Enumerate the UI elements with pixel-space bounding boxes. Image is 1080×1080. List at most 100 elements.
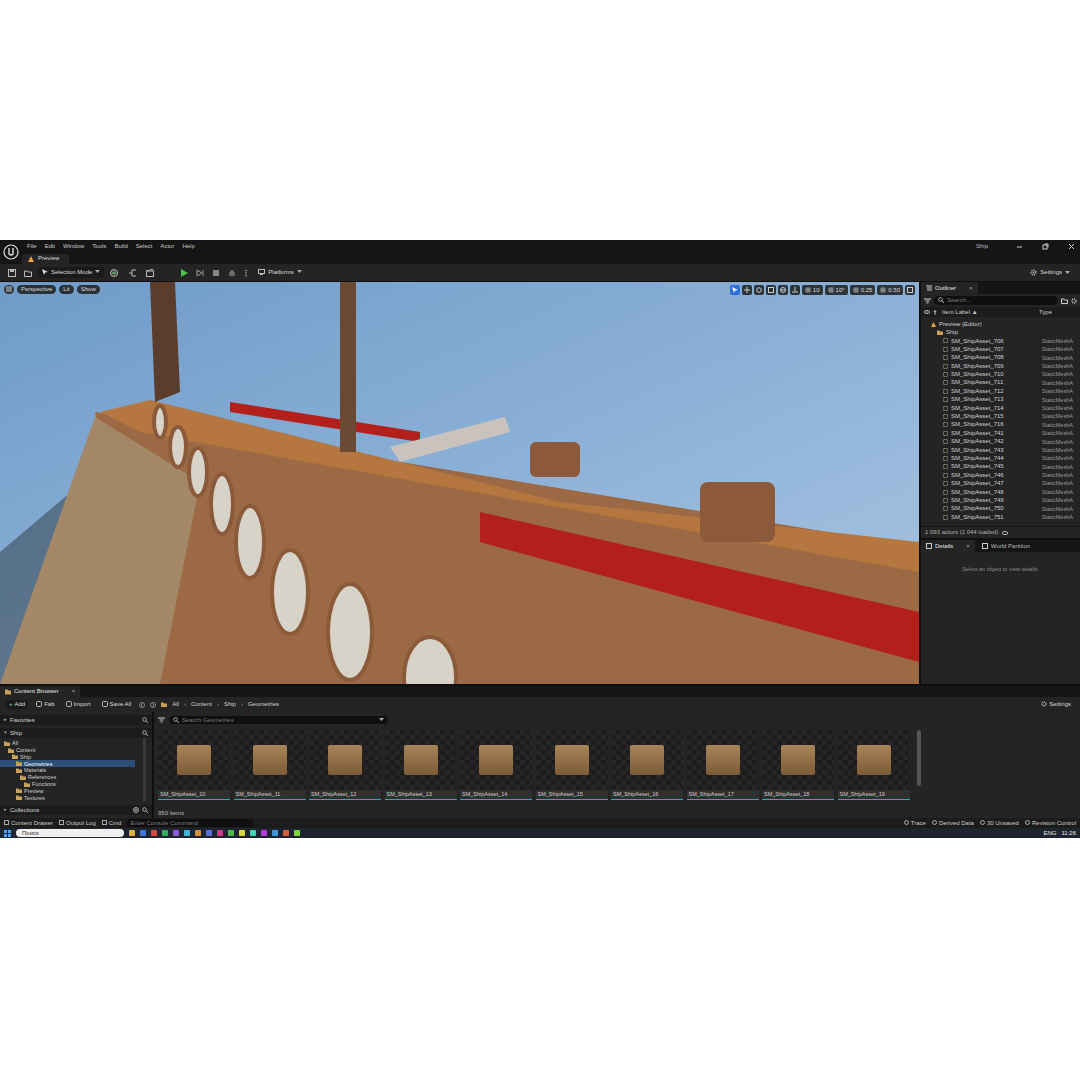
outliner-row[interactable]: SM_ShipAsset_746 StaticMeshA [921,471,1080,479]
settings-icon[interactable] [1071,298,1077,304]
menu-item[interactable]: Tools [92,243,106,250]
viewport-option-button[interactable]: Lit [59,285,73,294]
taskbar-app-icon[interactable] [151,830,157,836]
breadcrumb-item[interactable]: All [172,701,179,708]
language-indicator[interactable]: ENG [1043,830,1056,837]
view-options-icon[interactable] [1002,531,1008,535]
maximize-viewport-icon[interactable] [905,285,915,295]
taskbar-app-icon[interactable] [195,830,201,836]
taskbar-app-icon[interactable] [261,830,267,836]
outliner-row[interactable]: SM_ShipAsset_744 StaticMeshA [921,454,1080,462]
blueprint-icon[interactable] [126,269,140,277]
toolbar-button[interactable]: Fab [33,700,57,709]
menu-item[interactable]: Edit [45,243,55,250]
restore-icon[interactable] [1036,243,1054,250]
outliner-row[interactable]: SM_ShipAsset_751 StaticMeshA [921,513,1080,521]
status-bar-button[interactable]: 30 Unsaved [980,820,1019,827]
toolbar-button[interactable]: Import [63,700,94,709]
forward-icon[interactable] [150,702,156,708]
outliner-row[interactable]: SM_ShipAsset_713 StaticMeshA [921,396,1080,404]
asset-tile[interactable]: SM_ShipAsset_10 [158,730,230,800]
collections-header[interactable]: ▸Collections [0,805,152,815]
taskbar-app-icon[interactable] [239,830,245,836]
asset-tile[interactable]: SM_ShipAsset_18 [762,730,834,800]
asset-tile[interactable]: SM_ShipAsset_12 [309,730,381,800]
folder-tree-item[interactable]: Materials [0,767,135,774]
filter-icon[interactable] [158,717,165,723]
unreal-logo-icon[interactable] [0,240,22,264]
add-actor-icon[interactable] [108,269,122,277]
status-bar-button[interactable]: Output Log [59,820,96,827]
menu-item[interactable]: Window [63,243,84,250]
column-header[interactable]: Type [1039,309,1077,316]
select-tool-icon[interactable] [730,285,740,295]
level-tab[interactable]: Preview [22,254,69,264]
outliner-row[interactable]: SM_ShipAsset_712 StaticMeshA [921,387,1080,395]
breadcrumb-item[interactable]: Geometries [248,701,279,708]
step-icon[interactable] [194,269,206,277]
stop-icon[interactable] [210,269,222,277]
outliner-row[interactable]: SM_ShipAsset_706 StaticMeshA [921,337,1080,345]
clock[interactable]: 11:26 [1061,830,1076,837]
close-tab-button[interactable]: × [966,543,970,550]
menu-item[interactable]: Select [136,243,153,250]
outliner-row[interactable]: Ship [921,328,1080,336]
outliner-row[interactable]: SM_ShipAsset_714 StaticMeshA [921,404,1080,412]
outliner-row[interactable]: SM_ShipAsset_747 StaticMeshA [921,479,1080,487]
world-space-icon[interactable] [778,285,788,295]
outliner-row[interactable]: SM_ShipAsset_711 StaticMeshA [921,379,1080,387]
asset-tile[interactable]: SM_ShipAsset_19 [838,730,910,800]
folder-tree-item[interactable]: Textures [0,794,135,801]
close-tab-button[interactable]: × [72,688,76,695]
outliner-tab[interactable]: Outliner × [921,282,978,294]
asset-search-field[interactable]: Search Geometries [169,716,388,725]
taskbar-search[interactable]: Поиск [16,829,124,837]
favorites-header[interactable]: ▸Favorites [0,715,152,725]
outliner-row[interactable]: SM_ShipAsset_749 StaticMeshA [921,496,1080,504]
taskbar-app-icon[interactable] [206,830,212,836]
filter-icon[interactable] [924,298,931,304]
status-bar-button[interactable]: Derived Data [932,820,974,827]
taskbar-app-icon[interactable] [140,830,146,836]
outliner-row[interactable]: SM_ShipAsset_745 StaticMeshA [921,463,1080,471]
viewport-option-button[interactable]: Show [77,285,100,294]
folder-tree-item[interactable]: Ship [0,754,135,761]
asset-tile[interactable]: SM_ShipAsset_17 [687,730,759,800]
console-input[interactable]: Enter Console Command [127,819,253,827]
outliner-row[interactable]: SM_ShipAsset_742 StaticMeshA [921,437,1080,445]
eject-icon[interactable] [226,269,238,277]
folder-tree-item[interactable]: Preview [0,788,135,795]
outliner-row[interactable]: SM_ShipAsset_743 StaticMeshA [921,446,1080,454]
menu-item[interactable]: Help [182,243,194,250]
taskbar-app-icon[interactable] [250,830,256,836]
snap-setting[interactable]: 10 [802,285,823,295]
outliner-row[interactable]: SM_ShipAsset_716 StaticMeshA [921,421,1080,429]
platforms-dropdown[interactable]: Platforms [254,267,305,278]
outliner-search-field[interactable]: Search... [934,296,1058,305]
outliner-row[interactable]: SM_ShipAsset_750 StaticMeshA [921,505,1080,513]
save-icon[interactable] [6,269,18,277]
level-viewport[interactable]: PerspectiveLitShow 10 10° 0.25 0.50 [0,282,919,684]
column-header[interactable]: Item Label ▲ [942,309,1036,316]
outliner-row[interactable]: SM_ShipAsset_748 StaticMeshA [921,488,1080,496]
asset-tile[interactable]: SM_ShipAsset_14 [460,730,532,800]
breadcrumb-item[interactable]: Ship [224,701,236,708]
add-folder-icon[interactable] [1061,298,1068,304]
folder-icon[interactable] [161,702,167,707]
status-bar-button[interactable]: Revision Control [1025,820,1076,827]
more-icon[interactable] [242,269,250,277]
status-bar-button[interactable]: Cmd [102,820,122,827]
start-icon[interactable] [4,830,11,837]
asset-tile[interactable]: SM_ShipAsset_16 [611,730,683,800]
project-header[interactable]: ▾Ship [0,728,152,738]
status-bar-button[interactable]: Content Drawer [4,820,53,827]
snap-setting[interactable]: 10° [825,285,848,295]
menu-item[interactable]: File [27,243,37,250]
minimize-icon[interactable] [1010,243,1028,250]
details-tab[interactable]: World Partition [977,540,1035,552]
close-window-icon[interactable] [1062,243,1080,250]
folder-tree-item[interactable]: All [0,740,135,747]
browse-icon[interactable] [22,269,34,277]
content-browser-tab[interactable]: Content Browser × [0,686,80,697]
cinematics-icon[interactable] [144,269,158,277]
